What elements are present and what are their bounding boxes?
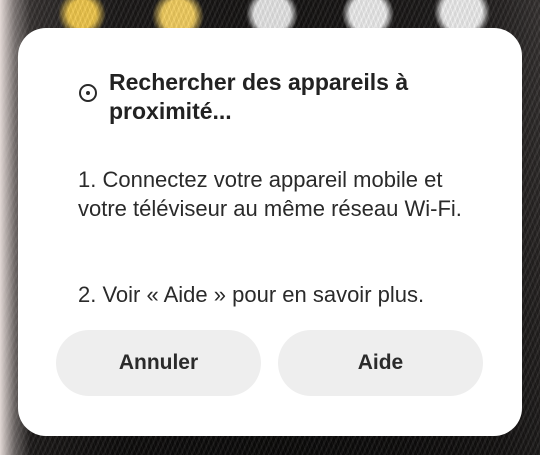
spinner-icon xyxy=(79,84,97,102)
instruction-step-2: 2. Voir « Aide » pour en savoir plus. xyxy=(78,282,425,307)
instruction-step-1: 1. Connectez votre appareil mobile et vo… xyxy=(78,167,462,221)
cancel-button[interactable]: Annuler xyxy=(56,330,261,396)
search-devices-dialog: Rechercher des appareils à proximité... … xyxy=(18,28,522,436)
dialog-title: Rechercher des appareils à proximité... xyxy=(109,69,409,124)
help-button[interactable]: Aide xyxy=(278,330,483,396)
